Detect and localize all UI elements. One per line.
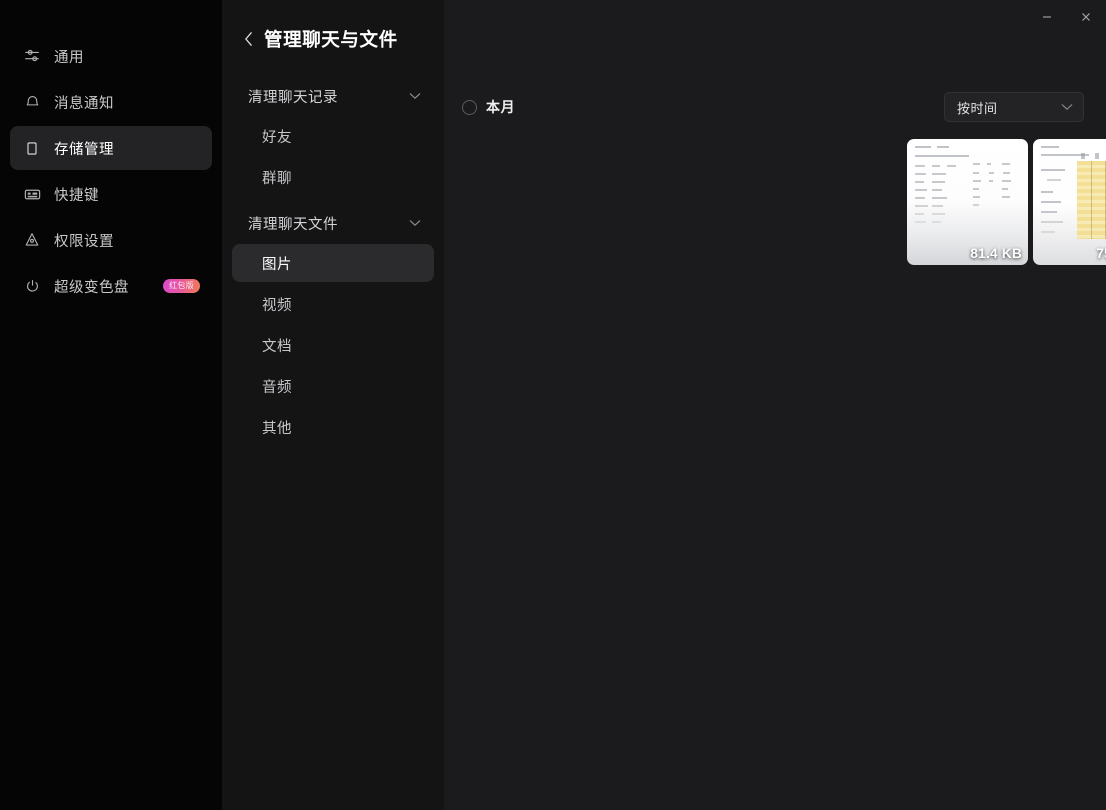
nav-item-videos[interactable]: 视频 (232, 285, 434, 323)
primary-sidebar: 通用 消息通知 存储管理 (0, 0, 222, 810)
chevron-down-icon (408, 89, 422, 103)
sidebar-item-label: 快捷键 (54, 184, 99, 205)
sidebar-item-label: 权限设置 (54, 230, 114, 251)
window-controls (1028, 0, 1106, 34)
nav-item-label: 图片 (262, 253, 292, 274)
bell-icon (22, 92, 42, 112)
minimize-button[interactable] (1028, 0, 1066, 34)
page-title: 管理聊天与文件 (264, 26, 398, 52)
select-all-control[interactable]: 本月 (462, 97, 515, 117)
panel-header: 管理聊天与文件 (222, 0, 444, 78)
sidebar-item-notifications[interactable]: 消息通知 (10, 80, 212, 124)
status-badge: 红包版 (163, 279, 200, 293)
chevron-left-icon[interactable] (240, 31, 256, 47)
nav-item-groups[interactable]: 群聊 (232, 158, 434, 196)
nav-item-other[interactable]: 其他 (232, 408, 434, 446)
nav-item-label: 视频 (262, 294, 292, 315)
content-area: 本月 按时间 (444, 0, 1106, 810)
nav-group-label: 清理聊天文件 (248, 213, 338, 234)
sidebar-item-label: 存储管理 (54, 138, 114, 159)
radio-circle-icon[interactable] (462, 100, 477, 115)
nav-item-audio[interactable]: 音频 (232, 367, 434, 405)
secondary-nav-panel: 管理聊天与文件 清理聊天记录 好友 群聊 清理聊天文件 (222, 0, 444, 810)
content-toolbar: 本月 按时间 (462, 92, 1084, 122)
sidebar-item-storage[interactable]: 存储管理 (10, 126, 212, 170)
file-size-label: 75.2 KB (1096, 246, 1106, 261)
sort-dropdown-value: 按时间 (957, 98, 998, 117)
chevron-down-icon (1061, 103, 1073, 111)
keyboard-icon (22, 184, 42, 204)
nav-group-chat-records[interactable]: 清理聊天记录 (232, 78, 434, 114)
nav-group-label: 清理聊天记录 (248, 86, 338, 107)
thumbnail-item[interactable]: 81.4 KB (907, 139, 1028, 265)
nav-item-label: 其他 (262, 417, 292, 438)
nav-item-label: 群聊 (262, 167, 292, 188)
nav-item-label: 文档 (262, 335, 292, 356)
nav-item-images[interactable]: 图片 (232, 244, 434, 282)
nav-item-friends[interactable]: 好友 (232, 117, 434, 155)
select-all-label: 本月 (486, 97, 515, 117)
sidebar-item-label: 通用 (54, 46, 84, 67)
sliders-icon (22, 46, 42, 66)
sidebar-item-color-disk[interactable]: 超级变色盘 红包版 (10, 264, 212, 308)
thumbnail-item[interactable]: 75.2 KB (1033, 139, 1106, 265)
sort-dropdown[interactable]: 按时间 (944, 92, 1084, 122)
nav-item-documents[interactable]: 文档 (232, 326, 434, 364)
sidebar-item-label: 超级变色盘 (54, 276, 129, 297)
shield-icon (22, 230, 42, 250)
thumbnail-grid: 81.4 KB (444, 139, 1106, 265)
storage-icon (22, 138, 42, 158)
sidebar-item-general[interactable]: 通用 (10, 34, 212, 78)
settings-window: 通用 消息通知 存储管理 (0, 0, 1106, 810)
close-button[interactable] (1066, 0, 1106, 34)
power-icon (22, 276, 42, 296)
chevron-down-icon (408, 216, 422, 230)
nav-group-chat-files[interactable]: 清理聊天文件 (232, 205, 434, 241)
nav-item-label: 好友 (262, 126, 292, 147)
sidebar-item-shortcuts[interactable]: 快捷键 (10, 172, 212, 216)
nav-item-label: 音频 (262, 376, 292, 397)
sidebar-item-label: 消息通知 (54, 92, 114, 113)
sidebar-item-permissions[interactable]: 权限设置 (10, 218, 212, 262)
file-size-label: 81.4 KB (970, 246, 1022, 261)
